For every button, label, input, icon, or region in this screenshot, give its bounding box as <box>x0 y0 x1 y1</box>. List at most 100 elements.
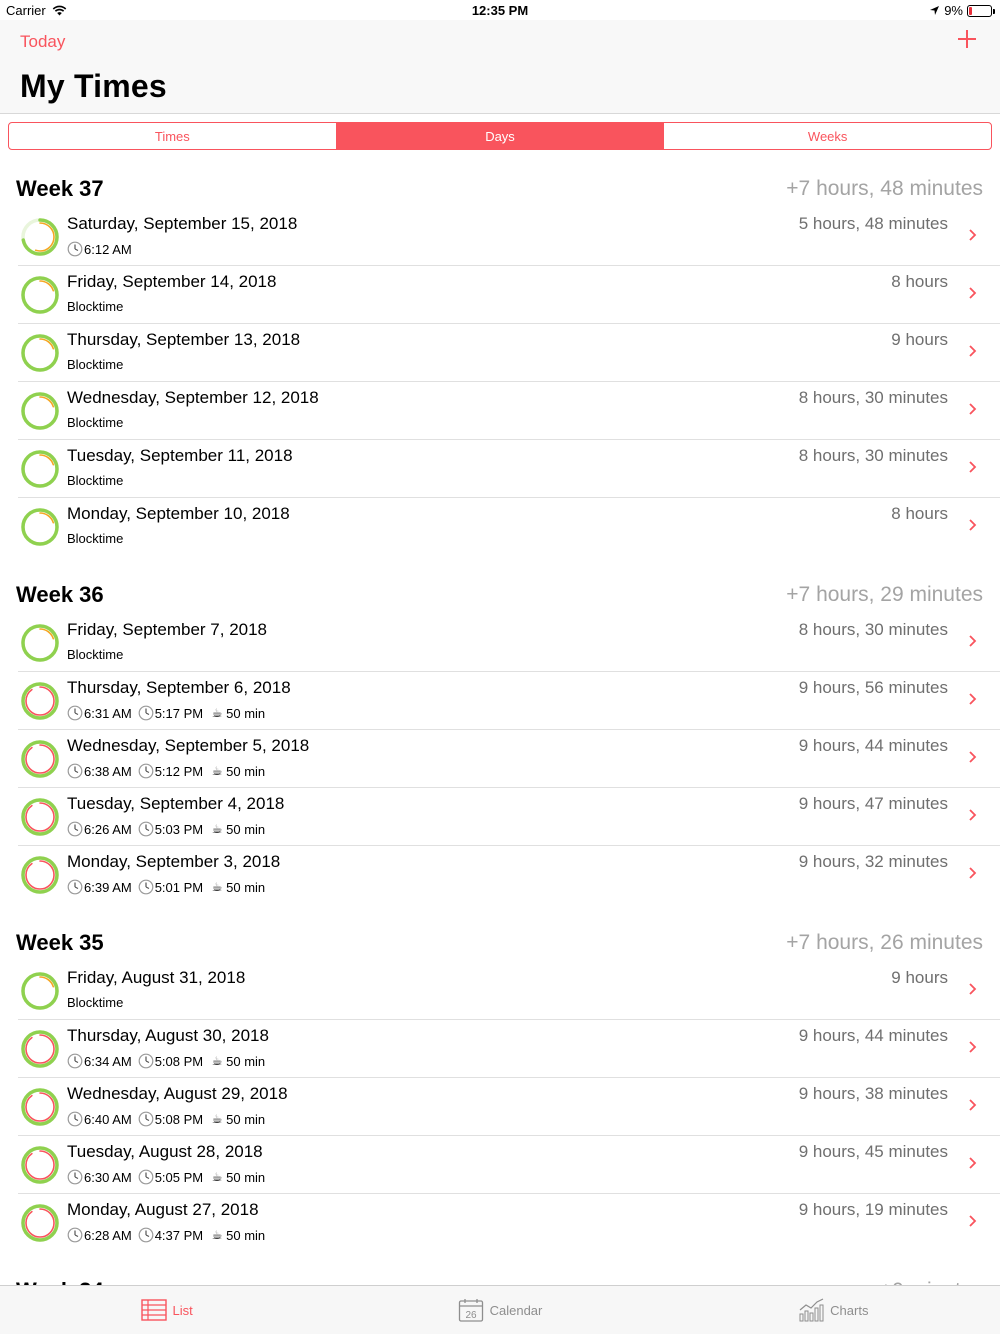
day-date: Wednesday, September 12, 2018 <box>67 388 319 407</box>
day-date: Thursday, August 30, 2018 <box>67 1026 269 1045</box>
end-time-label: 5:08 PM <box>154 1053 204 1069</box>
today-button[interactable]: Today <box>20 32 65 52</box>
day-duration: 9 hours, 44 minutes <box>798 1026 948 1045</box>
day-details: 6:34 AM 5:08 PM ☕ 50 min <box>67 1053 265 1069</box>
progress-ring-icon <box>21 392 59 430</box>
segment-times[interactable]: Times <box>9 123 337 149</box>
clock-icon <box>138 1053 154 1069</box>
tab-calendar-label: Calendar <box>489 1302 543 1318</box>
day-row[interactable]: Wednesday, September 5, 2018 6:38 AM 5:12 … <box>0 730 1000 788</box>
start-time: 6:30 AM <box>67 1169 132 1185</box>
day-row[interactable]: Friday, September 14, 2018 Blocktime 8 hou… <box>0 266 1000 324</box>
day-date: Monday, August 27, 2018 <box>67 1200 259 1219</box>
calendar-day-badge: 26 <box>465 1310 477 1321</box>
day-note: Blocktime <box>67 473 124 488</box>
day-date: Monday, September 10, 2018 <box>67 504 290 523</box>
week-total: +7 hours, 48 minutes <box>786 177 983 200</box>
day-duration: 9 hours, 19 minutes <box>798 1200 948 1219</box>
clock-icon <box>138 763 154 779</box>
day-row[interactable]: Tuesday, September 11, 2018 Blocktime 8 ho… <box>0 440 1000 498</box>
progress-ring-icon <box>21 740 59 778</box>
day-note: Blocktime <box>67 995 124 1010</box>
day-row[interactable]: Thursday, August 30, 2018 6:34 AM 5:08 PM ☕… <box>0 1020 1000 1078</box>
clock-icon <box>67 1169 83 1185</box>
days-list[interactable]: Week 37 +7 hours, 48 minutes Saturday, Sep… <box>0 168 1000 1310</box>
day-row[interactable]: Wednesday, August 29, 2018 6:40 AM 5:08 PM… <box>0 1078 1000 1136</box>
coffee-icon: ☕ <box>211 764 223 778</box>
day-row[interactable]: Thursday, September 6, 2018 6:31 AM 5:17 P… <box>0 672 1000 730</box>
progress-ring-icon <box>21 624 59 662</box>
chevron-right-icon <box>969 751 977 763</box>
start-time: 6:38 AM <box>67 763 132 779</box>
day-row[interactable]: Friday, August 31, 2018 Blocktime 9 hours <box>0 962 1000 1020</box>
chevron-right-icon <box>969 983 977 995</box>
tab-calendar[interactable]: 26 Calendar <box>333 1286 666 1334</box>
start-time-label: 6:30 AM <box>84 1169 132 1185</box>
day-row[interactable]: Thursday, September 13, 2018 Blocktime 9 h… <box>0 324 1000 382</box>
chevron-right-icon <box>969 1099 977 1111</box>
day-details: 6:12 AM <box>67 241 132 257</box>
end-time: 5:08 PM <box>138 1111 203 1127</box>
segment-days[interactable]: Days <box>336 123 665 149</box>
start-time-label: 6:38 AM <box>84 763 132 779</box>
day-duration: 8 hours <box>891 504 948 523</box>
day-row[interactable]: Monday, September 3, 2018 6:39 AM 5:01 PM ☕… <box>0 846 1000 904</box>
day-row[interactable]: Saturday, September 15, 2018 6:12 AM 5 hou… <box>0 208 1000 266</box>
chevron-right-icon <box>969 519 977 531</box>
progress-ring-icon <box>21 218 59 256</box>
break-time-label: 50 min <box>226 821 266 837</box>
tab-list-label: List <box>172 1302 193 1318</box>
clock-icon <box>138 1111 154 1127</box>
day-date: Monday, September 3, 2018 <box>67 852 281 871</box>
coffee-icon: ☕ <box>211 880 223 894</box>
break-time: ☕ 50 min <box>209 1112 265 1127</box>
day-details: Blocktime <box>67 357 123 372</box>
day-date: Friday, August 31, 2018 <box>67 968 246 987</box>
day-details: Blocktime <box>67 415 123 430</box>
add-icon[interactable] <box>956 28 978 50</box>
start-time-label: 6:40 AM <box>84 1111 132 1127</box>
day-date: Thursday, September 13, 2018 <box>67 330 301 349</box>
day-details: 6:39 AM 5:01 PM ☕ 50 min <box>67 879 265 895</box>
page-title: My Times <box>20 68 167 104</box>
day-note: Blocktime <box>67 647 124 662</box>
clock-icon <box>67 763 83 779</box>
clock-icon <box>67 1227 83 1243</box>
progress-ring-icon <box>21 1088 59 1126</box>
end-time-label: 4:37 PM <box>154 1227 204 1243</box>
day-date: Tuesday, September 4, 2018 <box>67 794 285 813</box>
progress-ring-icon <box>21 276 59 314</box>
break-time: ☕ 50 min <box>209 1228 265 1243</box>
day-details: 6:31 AM 5:17 PM ☕ 50 min <box>67 705 265 721</box>
day-row[interactable]: Monday, September 10, 2018 Blocktime 8 hou… <box>0 498 1000 556</box>
end-time-label: 5:01 PM <box>154 879 204 895</box>
start-time-label: 6:34 AM <box>84 1053 132 1069</box>
chevron-right-icon <box>969 867 977 879</box>
day-row[interactable]: Tuesday, September 4, 2018 6:26 AM 5:03 PM… <box>0 788 1000 846</box>
day-details: 6:30 AM 5:05 PM ☕ 50 min <box>67 1169 265 1185</box>
day-row[interactable]: Monday, August 27, 2018 6:28 AM 4:37 PM ☕ 50… <box>0 1194 1000 1252</box>
segment-weeks[interactable]: Weeks <box>664 123 991 149</box>
tab-charts[interactable]: Charts <box>667 1286 1000 1334</box>
chevron-right-icon <box>969 1215 977 1227</box>
clock-icon <box>67 821 83 837</box>
battery-percent: 9% <box>944 3 963 18</box>
week-title: Week 35 <box>16 930 104 955</box>
end-time: 4:37 PM <box>138 1227 203 1243</box>
tab-list[interactable]: List <box>0 1286 333 1334</box>
day-date: Wednesday, August 29, 2018 <box>67 1084 288 1103</box>
day-duration: 9 hours, 44 minutes <box>798 736 948 755</box>
day-row[interactable]: Wednesday, September 12, 2018 Blocktime 8 … <box>0 382 1000 440</box>
day-note: Blocktime <box>67 531 124 546</box>
day-details: 6:26 AM 5:03 PM ☕ 50 min <box>67 821 265 837</box>
day-duration: 9 hours, 47 minutes <box>798 794 948 813</box>
day-row[interactable]: Tuesday, August 28, 2018 6:30 AM 5:05 PM ☕ 5… <box>0 1136 1000 1194</box>
progress-ring-icon <box>21 508 59 546</box>
day-duration: 9 hours, 38 minutes <box>798 1084 948 1103</box>
clock-icon <box>67 1111 83 1127</box>
day-row[interactable]: Friday, September 7, 2018 Blocktime 8 hour… <box>0 614 1000 672</box>
coffee-icon: ☕ <box>211 1170 223 1184</box>
status-bar: Carrier 12:35 PM 9% <box>0 0 1000 20</box>
day-duration: 8 hours, 30 minutes <box>798 620 948 639</box>
day-date: Wednesday, September 5, 2018 <box>67 736 310 755</box>
